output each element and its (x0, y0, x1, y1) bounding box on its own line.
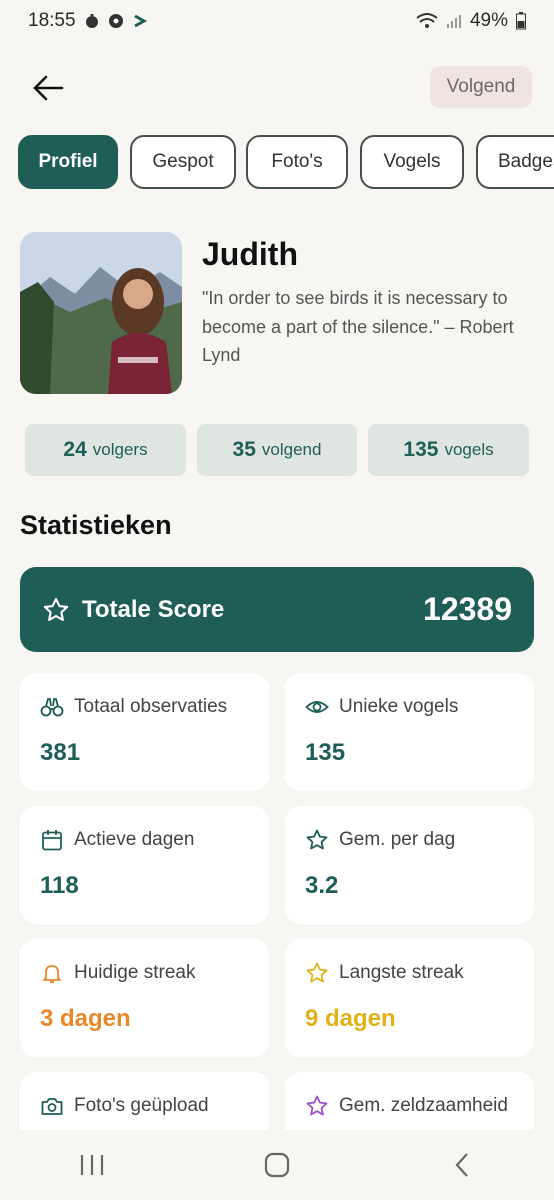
birds-chip[interactable]: 135 vogels (368, 424, 529, 476)
stat-card-avg-per-day: Gem. per dag 3.2 (285, 806, 534, 924)
back-button[interactable] (28, 68, 68, 108)
status-right: 49% (416, 10, 526, 32)
followers-label: volgers (92, 440, 148, 459)
system-back-button[interactable] (432, 1140, 492, 1190)
followers-count: 24 (63, 438, 87, 461)
stat-card-unique-birds: Unieke vogels 135 (285, 673, 534, 791)
home-icon (264, 1152, 290, 1178)
star-icon (43, 597, 69, 621)
card-label: Totaal observaties (74, 696, 228, 717)
card-label: Unieke vogels (339, 696, 459, 717)
card-label: Gem. zeldzaamheid (339, 1095, 508, 1116)
user-quote: "In order to see birds it is necessary t… (202, 288, 514, 365)
star-icon (305, 1094, 329, 1118)
card-label: Foto's geüpload (74, 1095, 209, 1116)
total-score-card: Totale Score 12389 (20, 567, 534, 652)
battery-icon (516, 12, 526, 30)
card-label: Gem. per dag (339, 829, 456, 850)
wifi-icon (416, 12, 438, 30)
card-value: 381 (40, 739, 81, 766)
birds-label: vogels (444, 440, 494, 459)
top-bar: Volgend (0, 64, 554, 110)
camera-icon (40, 1094, 64, 1118)
following-count: 35 (232, 438, 256, 461)
followers-chip[interactable]: 24 volgers (25, 424, 186, 476)
clock: 18:55 (28, 10, 76, 31)
system-nav-bar (0, 1130, 554, 1200)
tab-vogels[interactable]: Vogels (360, 135, 464, 189)
soccer-ball-icon (108, 13, 124, 29)
follow-button[interactable]: Volgend (430, 66, 532, 108)
total-score-label: Totale Score (82, 595, 225, 623)
star-icon (305, 828, 329, 852)
card-label: Actieve dagen (74, 829, 195, 850)
stat-card-active-days: Actieve dagen 118 (20, 806, 269, 924)
binoculars-icon (40, 695, 64, 719)
star-icon (305, 961, 329, 985)
stat-card-total-observations: Totaal observaties 381 (20, 673, 269, 791)
calendar-icon (40, 828, 64, 852)
tab-bar: Profiel Gespot Foto's Vogels Badges (0, 135, 554, 191)
following-label: volgend (261, 440, 322, 459)
card-value: 3.2 (305, 872, 339, 899)
timer-icon (84, 13, 100, 29)
recent-apps-icon (81, 1155, 104, 1175)
arrow-left-icon (33, 75, 64, 101)
following-chip[interactable]: 35 volgend (197, 424, 357, 476)
recent-apps-button[interactable] (62, 1140, 122, 1190)
eye-icon (305, 695, 329, 719)
statistics-title: Statistieken (20, 510, 172, 540)
birds-count: 135 (403, 438, 439, 461)
app-notification-icon (132, 13, 148, 29)
card-label: Huidige streak (74, 962, 196, 983)
status-bar: 18:55 49% (0, 0, 554, 42)
card-value: 9 dagen (305, 1005, 396, 1032)
tab-gespot[interactable]: Gespot (130, 135, 236, 189)
card-label: Langste streak (339, 962, 464, 983)
avatar (20, 232, 182, 394)
card-value: 3 dagen (40, 1005, 131, 1032)
tab-profiel[interactable]: Profiel (18, 135, 118, 189)
tab-fotos[interactable]: Foto's (246, 135, 348, 189)
tab-badges[interactable]: Badges (476, 135, 554, 189)
stat-card-current-streak: Huidige streak 3 dagen (20, 939, 269, 1057)
battery-level: 49% (469, 10, 508, 31)
bell-icon (40, 961, 64, 985)
user-name: Judith (202, 236, 298, 272)
total-score-value: 12389 (423, 591, 512, 627)
home-button[interactable] (247, 1140, 307, 1190)
signal-icon (446, 13, 462, 29)
card-value: 135 (305, 739, 346, 766)
stat-card-longest-streak: Langste streak 9 dagen (285, 939, 534, 1057)
card-value: 118 (40, 872, 79, 899)
status-left: 18:55 (28, 10, 148, 32)
chevron-left-icon (455, 1153, 468, 1177)
